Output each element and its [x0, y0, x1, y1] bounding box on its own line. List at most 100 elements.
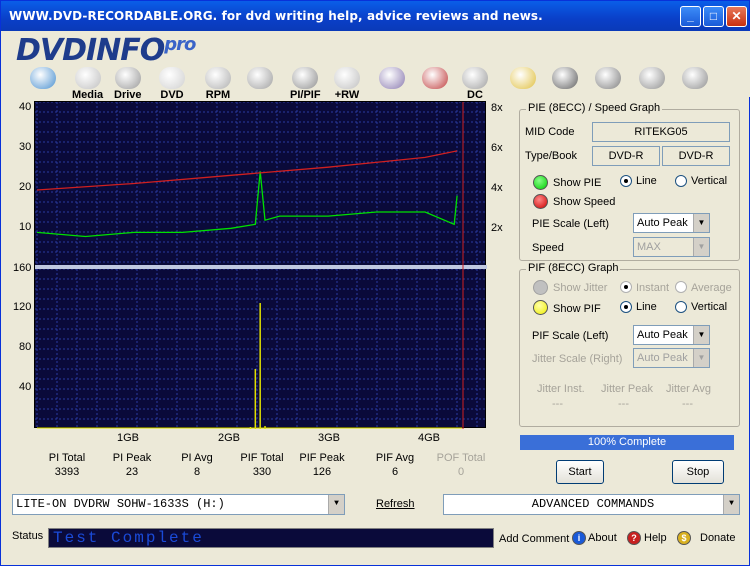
jitter-avg-label: Jitter Avg	[666, 383, 712, 395]
show-speed-label[interactable]: Show Speed	[553, 196, 615, 208]
toolbar-button[interactable]	[510, 67, 536, 89]
donate-icon[interactable]: $	[677, 531, 691, 545]
progress-bar: 100% Complete	[520, 435, 734, 450]
monitor-icon	[30, 67, 56, 89]
maximize-button[interactable]: □	[703, 6, 724, 27]
dvd-icon	[159, 67, 185, 89]
pie-line-radio[interactable]	[620, 175, 632, 187]
mid-code-label: MID Code	[525, 126, 575, 138]
toolbar-button[interactable]: DC	[462, 67, 488, 101]
pi-pif-graph	[35, 101, 487, 429]
stop-button[interactable]: Stop	[672, 460, 724, 484]
show-pie-label[interactable]: Show PIE	[553, 177, 601, 189]
speed-tick: 8x	[491, 102, 503, 114]
pif-vertical-radio[interactable]	[675, 301, 687, 313]
pie-scale-label: PIE Scale (Left)	[532, 218, 610, 230]
toolbar-button[interactable]	[30, 67, 56, 89]
refresh-link[interactable]: Refresh	[376, 498, 415, 510]
stat-label: PI Avg	[181, 452, 213, 464]
toolbar-button[interactable]	[422, 67, 448, 89]
chevron-down-icon[interactable]: ▼	[328, 495, 344, 514]
pif-scale-select[interactable]: Auto Peak ▼	[633, 325, 710, 345]
notes-icon	[595, 67, 621, 89]
about-link[interactable]: About	[588, 532, 617, 544]
pif-y-tick: 120	[13, 301, 32, 313]
help-link[interactable]: Help	[644, 532, 667, 544]
show-pif-label[interactable]: Show PIF	[553, 303, 601, 315]
speed-tick: 4x	[491, 182, 503, 194]
toolbar-button[interactable]	[682, 67, 708, 89]
jitter-inst-label: Jitter Inst.	[537, 383, 585, 395]
chevron-down-icon[interactable]: ▼	[723, 495, 739, 514]
speed-select[interactable]: MAX ▼	[633, 237, 710, 257]
close-button[interactable]: ✕	[726, 6, 747, 27]
info-icon[interactable]: i	[572, 531, 586, 545]
chevron-down-icon[interactable]: ▼	[693, 238, 709, 256]
advanced-commands-select[interactable]: ADVANCED COMMANDS ▼	[443, 494, 740, 515]
start-button[interactable]: Start	[556, 460, 604, 484]
magnify-icon	[247, 67, 273, 89]
stat-label: PIF Total	[240, 452, 284, 464]
toolbar-button[interactable]	[595, 67, 621, 89]
stat-value: 126	[312, 466, 332, 478]
play-pause-icon	[639, 67, 665, 89]
toolbar-button[interactable]: PI/PIF	[290, 67, 321, 101]
chevron-down-icon[interactable]: ▼	[693, 326, 709, 344]
logo-text: DVDINFO	[16, 33, 165, 68]
window-title: WWW.DVD-RECORDABLE.ORG. for dvd writing …	[9, 9, 543, 23]
toolbar-button[interactable]	[379, 67, 405, 89]
help-icon[interactable]: ?	[627, 531, 641, 545]
toolbar-button[interactable]	[247, 67, 273, 89]
pie-y-tick: 30	[19, 141, 32, 153]
stat-value: 6	[391, 466, 399, 478]
toolbar-button[interactable]	[639, 67, 665, 89]
pie-line-label[interactable]: Line	[636, 175, 657, 187]
donate-link[interactable]: Donate	[700, 532, 735, 544]
pie-y-tick: 10	[19, 221, 32, 233]
stat-value: 23	[125, 466, 139, 478]
pie-vertical-radio[interactable]	[675, 175, 687, 187]
pif-y-tick: 80	[19, 341, 32, 353]
title-bar[interactable]: WWW.DVD-RECORDABLE.ORG. for dvd writing …	[1, 1, 749, 31]
toolbar-button[interactable]: Drive	[114, 67, 142, 101]
toolbar-button-label: Media	[72, 89, 104, 101]
x-tick: 1GB	[117, 432, 140, 444]
pif-color-icon[interactable]	[533, 300, 548, 315]
pie-color-icon[interactable]	[533, 175, 548, 190]
pif-line-label[interactable]: Line	[636, 301, 657, 313]
pif-line-radio[interactable]	[620, 301, 632, 313]
pif-y-tick: 160	[13, 262, 32, 274]
jitter-scale-label: Jitter Scale (Right)	[532, 353, 623, 365]
toolbar-button-label: DVD	[160, 89, 184, 101]
toolbar-button[interactable]: +RW	[334, 67, 360, 101]
toolbar-button-label: RPM	[205, 89, 231, 101]
toolbar-button[interactable]: RPM	[205, 67, 231, 101]
pif-y-tick: 40	[19, 381, 32, 393]
pif-vertical-label[interactable]: Vertical	[691, 301, 727, 313]
show-jitter-label: Show Jitter	[553, 282, 608, 294]
rw-icon	[334, 67, 360, 89]
rpm-icon	[205, 67, 231, 89]
chevron-down-icon[interactable]: ▼	[693, 214, 709, 232]
x-tick: 3GB	[318, 432, 341, 444]
status-display: Test Complete	[48, 528, 494, 548]
add-comment-link[interactable]: Add Comment	[499, 533, 569, 545]
toolbar-button[interactable]: DVD	[159, 67, 185, 101]
pif-panel-legend: PIF (8ECC) Graph	[526, 262, 621, 274]
app-window: WWW.DVD-RECORDABLE.ORG. for dvd writing …	[0, 0, 750, 566]
speed-color-icon[interactable]	[533, 194, 548, 209]
book-value: DVD-R	[662, 146, 730, 166]
minimize-button[interactable]: _	[680, 6, 701, 27]
stat-label: POF Total	[436, 452, 486, 464]
stat-label: PI Peak	[112, 452, 152, 464]
drive-select-value: LITE-ON DVDRW SOHW-1633S (H:)	[16, 497, 225, 511]
toolbar-button[interactable]	[552, 67, 578, 89]
camera-icon	[552, 67, 578, 89]
dc-icon	[462, 67, 488, 89]
drive-select[interactable]: LITE-ON DVDRW SOHW-1633S (H:) ▼	[12, 494, 345, 515]
pie-vertical-label[interactable]: Vertical	[691, 175, 727, 187]
pie-scale-select[interactable]: Auto Peak ▼	[633, 213, 710, 233]
jitter-instant-radio	[620, 281, 632, 293]
toolbar-button[interactable]: Media	[72, 67, 103, 101]
stop-icon	[682, 67, 708, 89]
